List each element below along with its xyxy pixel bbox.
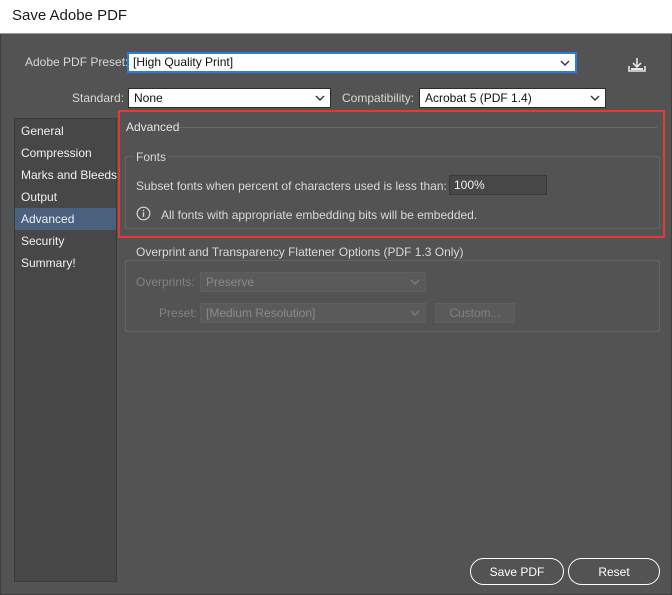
subset-percent-field[interactable]: 100%	[449, 175, 547, 195]
sidebar-item-marks-and-bleeds[interactable]: Marks and Bleeds	[15, 164, 117, 186]
standard-label: Standard:	[72, 91, 125, 105]
chevron-down-icon	[590, 95, 600, 101]
compatibility-label: Compatibility:	[342, 91, 415, 105]
flattener-preset-value: [Medium Resolution]	[206, 306, 316, 320]
chevron-down-icon	[410, 310, 420, 316]
sidebar-item-output[interactable]: Output	[15, 186, 116, 208]
overprints-select[interactable]: Preserve	[200, 272, 426, 292]
save-pdf-dialog: Adobe PDF Preset: [High Quality Print] S…	[0, 34, 672, 595]
sidebar: General Compression Marks and Bleeds Out…	[14, 118, 117, 582]
preset-label: Adobe PDF Preset:	[25, 55, 129, 69]
save-pdf-button[interactable]: Save PDF	[470, 558, 564, 585]
sidebar-item-advanced[interactable]: Advanced	[15, 208, 116, 230]
preset-value: [High Quality Print]	[133, 55, 234, 69]
overprints-value: Preserve	[206, 275, 255, 289]
flattener-preset-select[interactable]: [Medium Resolution]	[200, 303, 426, 323]
standard-select[interactable]: None	[128, 88, 331, 108]
chevron-down-icon	[315, 95, 325, 101]
panel-title-divider	[179, 127, 657, 128]
sidebar-item-summary[interactable]: Summary!	[15, 252, 116, 274]
window-title: Save Adobe PDF	[12, 7, 128, 24]
sidebar-item-compression[interactable]: Compression	[15, 142, 116, 164]
info-icon	[136, 206, 151, 221]
overprint-group-title: Overprint and Transparency Flattener Opt…	[134, 245, 466, 259]
overprints-label: Overprints:	[136, 275, 195, 289]
reset-button[interactable]: Reset	[568, 558, 660, 585]
fonts-group-title: Fonts	[134, 150, 169, 164]
panel-title: Advanced	[126, 120, 180, 134]
compatibility-value: Acrobat 5 (PDF 1.4)	[425, 91, 532, 105]
chevron-down-icon	[410, 279, 420, 285]
subset-fonts-label: Subset fonts when percent of characters …	[136, 179, 447, 193]
title-bar: Save Adobe PDF	[0, 0, 672, 34]
flattener-preset-label: Preset:	[159, 306, 198, 320]
download-icon[interactable]	[626, 55, 648, 75]
standard-value: None	[134, 91, 163, 105]
custom-button[interactable]: Custom...	[435, 303, 515, 323]
compatibility-select[interactable]: Acrobat 5 (PDF 1.4)	[419, 88, 606, 108]
chevron-down-icon	[560, 60, 570, 66]
sidebar-item-general[interactable]: General	[15, 120, 116, 142]
preset-select[interactable]: [High Quality Print]	[127, 52, 577, 73]
sidebar-item-security[interactable]: Security	[15, 230, 116, 252]
embed-info-text: All fonts with appropriate embedding bit…	[161, 208, 478, 222]
